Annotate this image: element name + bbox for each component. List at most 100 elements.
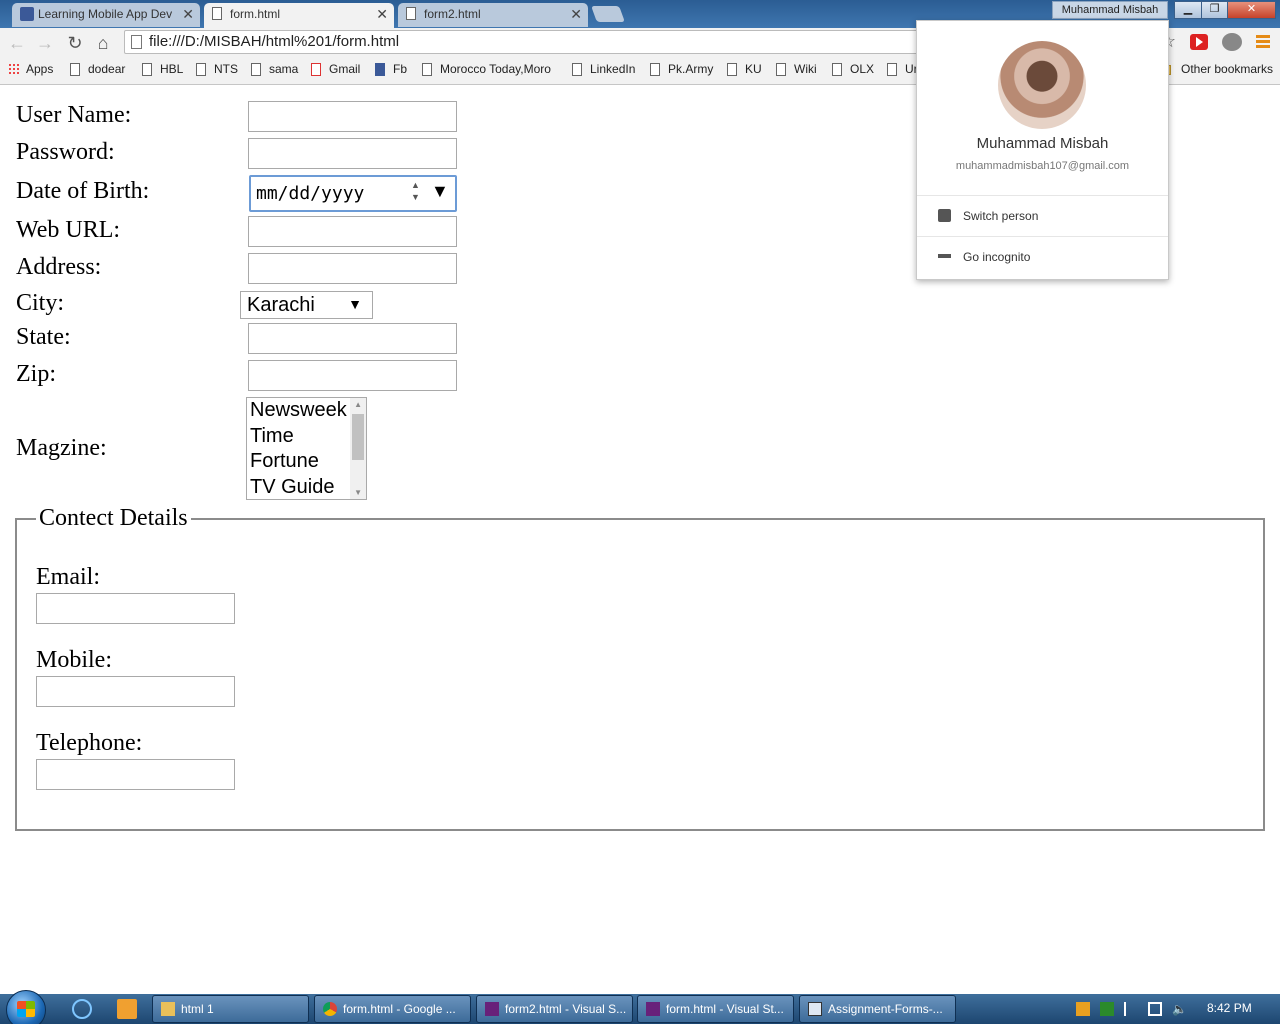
bookmark-label: LinkedIn bbox=[590, 62, 636, 76]
close-tab-icon[interactable]: ✕ bbox=[570, 3, 582, 25]
network-tray-icon[interactable] bbox=[1148, 1002, 1162, 1016]
bookmark-pkarmy[interactable]: Pk.Army bbox=[650, 62, 713, 76]
dob-label: Date of Birth: bbox=[16, 178, 150, 204]
taskbar-item-chrome[interactable]: form.html - Google ... bbox=[314, 995, 471, 1023]
visual-studio-icon bbox=[646, 1002, 660, 1016]
chevron-down-icon: ▼ bbox=[348, 296, 362, 312]
volume-icon[interactable]: 🔈 bbox=[1172, 1002, 1187, 1016]
internet-explorer-icon[interactable] bbox=[72, 999, 92, 1019]
bookmark-label: sama bbox=[269, 62, 299, 76]
bookmark-label: Apps bbox=[26, 62, 54, 76]
bookmark-sama[interactable]: sama bbox=[251, 62, 298, 76]
bookmark-hbl[interactable]: HBL bbox=[142, 62, 183, 76]
scrollbar-thumb[interactable] bbox=[352, 414, 364, 460]
go-incognito-label: Go incognito bbox=[963, 250, 1031, 264]
taskbar-item-assignment[interactable]: Assignment-Forms-... bbox=[799, 995, 956, 1023]
bookmark-ku[interactable]: KU bbox=[727, 62, 762, 76]
tab-learning-mobile[interactable]: Learning Mobile App Dev ✕ bbox=[12, 3, 200, 27]
state-input[interactable] bbox=[248, 323, 457, 354]
email-input[interactable] bbox=[36, 593, 235, 624]
bookmark-dodear[interactable]: dodear bbox=[70, 62, 125, 76]
page-icon bbox=[832, 63, 842, 76]
calendar-dropdown-icon[interactable]: ▼ bbox=[431, 181, 449, 202]
forward-arrow-icon[interactable]: → bbox=[34, 32, 56, 54]
reload-icon[interactable]: ↻ bbox=[64, 32, 86, 54]
maximize-button[interactable]: ❐ bbox=[1201, 1, 1228, 19]
tab-form2-html[interactable]: form2.html ✕ bbox=[398, 3, 588, 27]
profile-email: muhammadmisbah107@gmail.com bbox=[955, 160, 1130, 172]
mobile-input[interactable] bbox=[36, 676, 235, 707]
switch-person-item[interactable]: Switch person bbox=[917, 196, 1168, 236]
page-icon bbox=[887, 63, 897, 76]
youtube-extension-icon[interactable] bbox=[1190, 34, 1208, 50]
address-input[interactable] bbox=[248, 253, 457, 284]
minimize-button[interactable]: ▁ bbox=[1174, 1, 1202, 19]
zip-input[interactable] bbox=[248, 360, 457, 391]
bookmark-morocco[interactable]: Morocco Today,Moro bbox=[422, 62, 576, 76]
city-select[interactable]: Karachi ▼ bbox=[240, 291, 373, 319]
back-arrow-icon[interactable]: ← bbox=[6, 32, 28, 54]
magazine-option[interactable]: Newsweek bbox=[247, 398, 366, 424]
bookmark-other[interactable]: Other bookmarks bbox=[1163, 62, 1273, 76]
page-icon bbox=[572, 63, 582, 76]
visual-studio-icon bbox=[485, 1002, 499, 1016]
weburl-input[interactable] bbox=[248, 216, 457, 247]
date-spinner[interactable]: ▲ ▼ bbox=[411, 179, 420, 203]
flag-tray-icon[interactable] bbox=[1124, 1002, 1138, 1016]
start-button[interactable] bbox=[6, 990, 46, 1024]
incognito-icon bbox=[938, 250, 951, 258]
page-icon bbox=[196, 63, 206, 76]
bookmark-linkedin[interactable]: LinkedIn bbox=[572, 62, 635, 76]
taskbar-item-vs-form[interactable]: form.html - Visual St... bbox=[637, 995, 794, 1023]
close-tab-icon[interactable]: ✕ bbox=[182, 3, 194, 25]
username-input[interactable] bbox=[248, 101, 457, 132]
profile-button[interactable]: Muhammad Misbah bbox=[1052, 1, 1168, 19]
taskbar-item-label: Assignment-Forms-... bbox=[828, 1002, 943, 1016]
page-icon bbox=[131, 35, 142, 49]
media-player-icon[interactable] bbox=[117, 999, 137, 1019]
telephone-input[interactable] bbox=[36, 759, 235, 790]
telephone-label: Telephone: bbox=[36, 730, 143, 756]
dob-date-input[interactable]: mm/dd/yyyy ▲ ▼ ▼ bbox=[249, 175, 457, 212]
tab-form-html[interactable]: form.html ✕ bbox=[204, 3, 394, 28]
go-incognito-item[interactable]: Go incognito bbox=[917, 237, 1168, 277]
taskbar-clock[interactable]: 8:42 PM bbox=[1207, 1001, 1252, 1015]
profile-name: Muhammad Misbah bbox=[976, 135, 1109, 152]
close-tab-icon[interactable]: ✕ bbox=[376, 3, 388, 25]
profile-popup: Muhammad Misbah muhammadmisbah107@gmail.… bbox=[916, 20, 1169, 280]
scroll-up-icon[interactable]: ▲ bbox=[354, 400, 362, 409]
mobile-label: Mobile: bbox=[36, 647, 112, 673]
security-tray-icon[interactable] bbox=[1076, 1002, 1090, 1016]
bookmark-label: NTS bbox=[214, 62, 238, 76]
magazine-listbox[interactable]: Newsweek Time Fortune TV Guide ▲ ▼ bbox=[246, 397, 367, 500]
extension-icon[interactable] bbox=[1222, 33, 1242, 51]
nvidia-tray-icon[interactable] bbox=[1100, 1002, 1114, 1016]
magazine-option[interactable]: TV Guide bbox=[247, 475, 366, 500]
taskbar: html 1 form.html - Google ... form2.html… bbox=[0, 990, 1280, 1024]
magazine-option[interactable]: Time bbox=[247, 424, 366, 450]
bookmark-label: Fb bbox=[393, 62, 408, 76]
bookmark-gmail[interactable]: Gmail bbox=[311, 62, 360, 76]
bookmark-ur[interactable]: Ur bbox=[887, 62, 918, 76]
page-icon bbox=[727, 63, 737, 76]
menu-icon[interactable] bbox=[1256, 35, 1270, 49]
password-input[interactable] bbox=[248, 138, 457, 169]
taskbar-item-html1[interactable]: html 1 bbox=[152, 995, 309, 1023]
magazine-option[interactable]: Fortune bbox=[247, 449, 366, 475]
home-icon[interactable]: ⌂ bbox=[92, 32, 114, 54]
city-label: City: bbox=[16, 290, 65, 316]
bookmark-label: Other bookmarks bbox=[1181, 62, 1274, 76]
scroll-down-icon[interactable]: ▼ bbox=[354, 488, 362, 497]
bookmark-nts[interactable]: NTS bbox=[196, 62, 238, 76]
bookmark-wiki[interactable]: Wiki bbox=[776, 62, 817, 76]
new-tab-button[interactable] bbox=[591, 6, 625, 22]
url-text: file:///D:/MISBAH/html%201/form.html bbox=[149, 33, 400, 50]
taskbar-item-vs-form2[interactable]: form2.html - Visual S... bbox=[476, 995, 633, 1023]
bookmark-apps[interactable]: Apps bbox=[8, 62, 53, 76]
bookmark-olx[interactable]: OLX bbox=[832, 62, 874, 76]
close-window-button[interactable]: ✕ bbox=[1227, 1, 1276, 19]
page-icon bbox=[212, 7, 222, 20]
bookmark-label: Wiki bbox=[794, 62, 817, 76]
avatar bbox=[998, 41, 1086, 129]
bookmark-fb[interactable]: Fb bbox=[375, 62, 407, 76]
